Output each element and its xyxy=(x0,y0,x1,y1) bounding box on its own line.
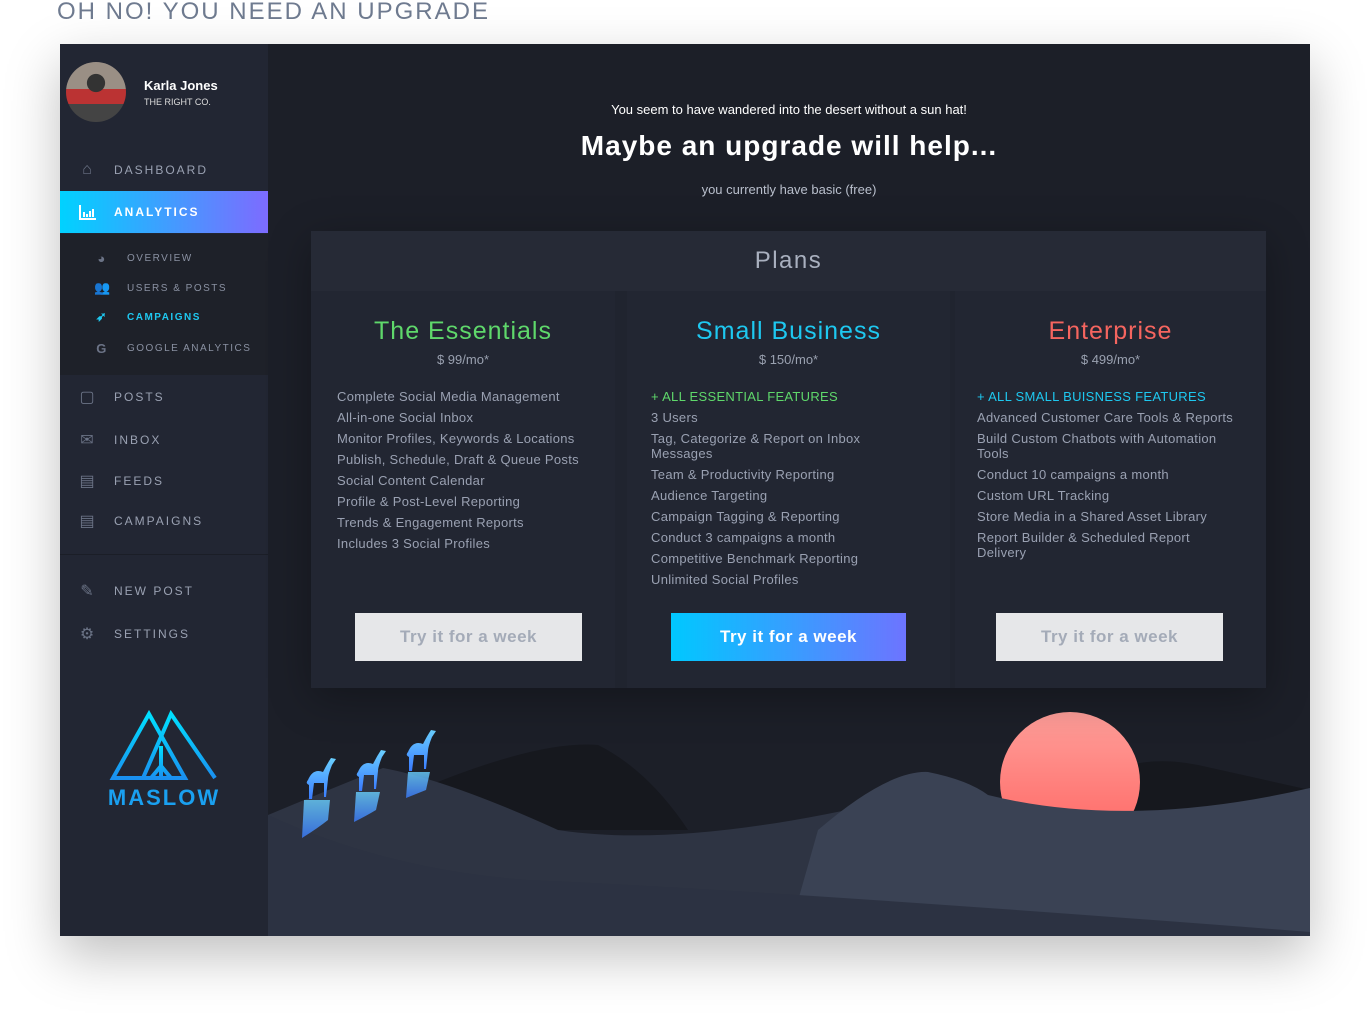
plan-name: Enterprise xyxy=(1048,317,1173,345)
logo-mark-icon xyxy=(109,709,217,780)
sidebar-item-inbox[interactable]: ✉ INBOX xyxy=(60,419,268,461)
feature: Monitor Profiles, Keywords & Locations xyxy=(337,431,575,446)
feature: Complete Social Media Management xyxy=(337,389,560,404)
feature-list: Complete Social Media Management All-in-o… xyxy=(337,389,602,551)
feature: Conduct 3 campaigns a month xyxy=(651,530,836,545)
try-enterprise-button[interactable]: Try it for a week xyxy=(996,613,1223,661)
feature: Unlimited Social Profiles xyxy=(651,572,799,587)
feature: All-in-one Social Inbox xyxy=(337,410,474,425)
rocket-icon: ➶ xyxy=(95,309,109,324)
sidebar-item-analytics[interactable]: ANALYTICS xyxy=(60,191,268,233)
gear-icon: ⚙ xyxy=(79,626,97,643)
feature: Store Media in a Shared Asset Library xyxy=(977,509,1208,524)
plan-price: $ 150/mo* xyxy=(758,352,819,367)
google-icon: G xyxy=(96,341,108,356)
sidebar-item-label: POSTS xyxy=(114,390,165,404)
analytics-subnav: ◕ OVERVIEW 👥 USERS & POSTS ➶ CAMPAIGNS G GOO… xyxy=(60,234,268,375)
feature-highlight: + ALL SMALL BUISNESS FEATURES xyxy=(977,389,1206,404)
feature: Report Builder & Scheduled Report Delive… xyxy=(977,530,1190,560)
home-icon: ⌂ xyxy=(82,161,94,178)
subnav-overview[interactable]: ◕ OVERVIEW xyxy=(94,251,193,266)
feature-list: + ALL ESSENTIAL FEATURES 3 Users Tag, Cat… xyxy=(651,389,916,587)
plan-card-essentials: The Essentials $ 99/mo* Complete Social … xyxy=(311,291,615,688)
feature: Conduct 10 campaigns a month xyxy=(977,467,1169,482)
plan-name: Small Business xyxy=(696,317,881,345)
subnav-google-analytics[interactable]: G GOOGLE ANALYTICS xyxy=(94,341,251,356)
users-icon: 👥 xyxy=(94,280,112,295)
subnav-label: CAMPAIGNS xyxy=(127,311,201,323)
feature: Audience Targeting xyxy=(651,488,768,503)
plans-panel: Plans The Essentials $ 99/mo* Complete S… xyxy=(311,231,1266,688)
sidebar-item-label: DASHBOARD xyxy=(114,163,209,177)
maslow-logo: MASLOW xyxy=(104,709,224,811)
edit-icon: ✎ xyxy=(80,583,96,600)
plan-name: The Essentials xyxy=(374,317,552,345)
newspaper-icon: ▤ xyxy=(79,473,97,490)
plan-price: $ 99/mo* xyxy=(436,352,490,367)
subnav-label: GOOGLE ANALYTICS xyxy=(127,343,252,354)
sidebar-item-label: ANALYTICS xyxy=(114,205,200,219)
newspaper-icon: ▤ xyxy=(79,513,97,530)
hero-headline: Maybe an upgrade will help... xyxy=(580,130,998,161)
subnav-campaigns[interactable]: ➶ CAMPAIGNS xyxy=(94,309,201,325)
plans-title: Plans xyxy=(311,231,1266,291)
try-essentials-button[interactable]: Try it for a week xyxy=(355,613,582,661)
feature: Custom URL Tracking xyxy=(977,488,1110,503)
page-title: OH NO! YOU NEED AN UPGRADE xyxy=(57,0,490,25)
feature: Build Custom Chatbots with Automation To… xyxy=(977,431,1217,461)
feature-list: + ALL SMALL BUISNESS FEATURES Advanced C… xyxy=(977,389,1242,560)
feature: Social Content Calendar xyxy=(337,473,485,488)
feature: Tag, Categorize & Report on Inbox Messag… xyxy=(651,431,861,461)
feature: 3 Users xyxy=(651,410,698,425)
bar-chart-icon xyxy=(78,202,98,222)
sidebar-item-campaigns[interactable]: ▤ CAMPAIGNS xyxy=(60,500,268,542)
current-plan-text: you currently have basic (free) xyxy=(701,182,877,197)
sidebar-item-label: NEW POST xyxy=(114,584,195,598)
desert-illustration xyxy=(268,712,1310,936)
plan-card-enterprise: Enterprise $ 499/mo* + ALL SMALL BUISNES… xyxy=(955,291,1266,688)
feature: Team & Productivity Reporting xyxy=(651,467,835,482)
main-content: You seem to have wandered into the deser… xyxy=(268,44,1310,936)
feature: Trends & Engagement Reports xyxy=(337,515,524,530)
plan-price: $ 499/mo* xyxy=(1080,352,1141,367)
feature: Advanced Customer Care Tools & Reports xyxy=(977,410,1234,425)
user-company: THE RIGHT CO. xyxy=(144,96,211,107)
sidebar-item-label: SETTINGS xyxy=(114,627,191,641)
sidebar-item-dashboard[interactable]: ⌂ DASHBOARD xyxy=(60,149,268,191)
user-name: Karla Jones xyxy=(144,77,218,93)
feature-highlight: + ALL ESSENTIAL FEATURES xyxy=(651,389,838,404)
subnav-label: USERS & POSTS xyxy=(127,282,228,294)
feature: Includes 3 Social Profiles xyxy=(337,536,491,551)
sidebar-item-label: CAMPAIGNS xyxy=(114,514,204,528)
hero-subtitle: You seem to have wandered into the deser… xyxy=(611,102,967,117)
sidebar: Karla Jones THE RIGHT CO. ⌂ DASHBOARD ANAL… xyxy=(60,44,268,936)
sidebar-item-posts[interactable]: ▢ POSTS xyxy=(60,376,268,418)
divider xyxy=(60,554,268,555)
feature: Publish, Schedule, Draft & Queue Posts xyxy=(337,452,579,467)
sidebar-item-new-post[interactable]: ✎ NEW POST xyxy=(60,570,268,612)
subnav-users-posts[interactable]: 👥 USERS & POSTS xyxy=(94,280,227,296)
avatar xyxy=(66,62,126,122)
subnav-label: OVERVIEW xyxy=(127,253,193,264)
user-profile[interactable]: Karla Jones THE RIGHT CO. xyxy=(66,62,218,122)
mail-icon: ✉ xyxy=(80,432,96,449)
sidebar-item-feeds[interactable]: ▤ FEEDS xyxy=(60,460,268,502)
pie-chart-icon: ◕ xyxy=(97,251,107,266)
sidebar-item-label: INBOX xyxy=(114,433,162,447)
try-small-business-button[interactable]: Try it for a week xyxy=(671,613,906,661)
feature: Profile & Post-Level Reporting xyxy=(337,494,521,509)
note-icon: ▢ xyxy=(79,389,97,406)
app-window: Karla Jones THE RIGHT CO. ⌂ DASHBOARD ANAL… xyxy=(60,44,1310,936)
feature: Campaign Tagging & Reporting xyxy=(651,509,840,524)
plan-card-small-business: Small Business $ 150/mo* + ALL ESSENTIAL… xyxy=(627,291,950,688)
logo-text: MASLOW xyxy=(107,785,221,810)
sidebar-item-label: FEEDS xyxy=(114,474,165,488)
sidebar-item-settings[interactable]: ⚙ SETTINGS xyxy=(60,613,268,655)
feature: Competitive Benchmark Reporting xyxy=(651,551,859,566)
